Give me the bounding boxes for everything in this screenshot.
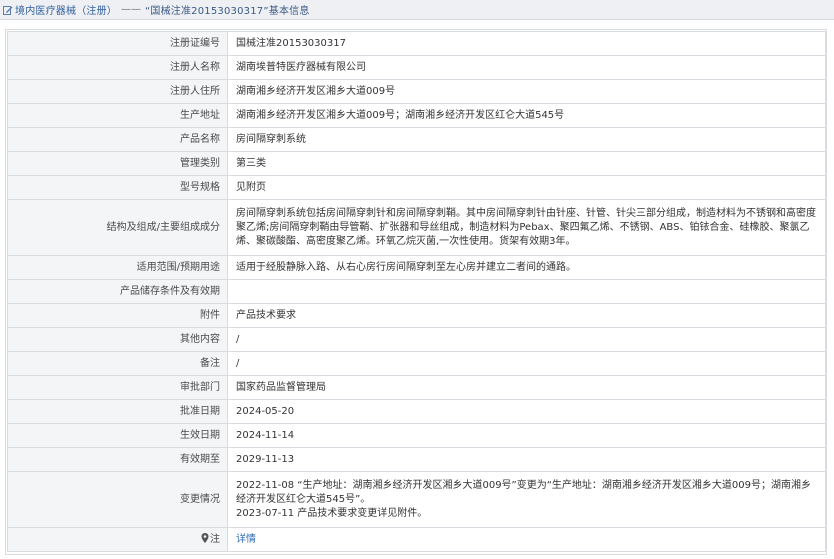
row-value: 2029-11-13 [227,447,826,472]
row-value: 湖南埃普特医疗器械有限公司 [227,55,826,80]
row-label: 备注 [7,351,228,376]
row-value: 适用于经股静脉入路、从右心房行房间隔穿刺至左心房并建立二者间的通路。 [227,255,826,280]
table-row: 生效日期 2024-11-14 [7,423,826,448]
row-value: / [227,327,826,352]
row-label: 注册人住所 [7,79,228,104]
row-label: 管理类别 [7,151,228,176]
row-label: 型号规格 [7,175,228,200]
row-value: 2024-05-20 [227,399,826,424]
row-label: 附件 [7,303,228,328]
row-value: 湖南湘乡经济开发区湘乡大道009号；湖南湘乡经济开发区红仑大道545号 [227,103,826,128]
detail-label: 注 [210,533,220,545]
row-value: 国械注准20153030317 [227,31,826,56]
table-row: 型号规格 见附页 [7,175,826,200]
detail-label-cell: 注 [7,527,228,552]
table-row: 管理类别 第三类 [7,151,826,176]
detail-link[interactable]: 详情 [236,534,256,545]
row-label: 生效日期 [7,423,228,448]
row-value: 产品技术要求 [227,303,826,328]
table-row: 有效期至 2029-11-13 [7,447,826,472]
table-row: 附件 产品技术要求 [7,303,826,328]
row-value: 国家药品监督管理局 [227,375,826,400]
row-label: 生产地址 [7,103,228,128]
table-row: 注册人住所 湖南湘乡经济开发区湘乡大道009号 [7,79,826,104]
table-row: 批准日期 2024-05-20 [7,399,826,424]
row-value: 第三类 [227,151,826,176]
breadcrumb[interactable]: 境内医疗器械（注册） [15,2,117,17]
change-entry: 2022-11-08 “生产地址：湖南湘乡经济开发区湘乡大道009号”变更为“生… [236,479,812,505]
row-value: / [227,351,826,376]
row-label: 产品储存条件及有效期 [7,279,228,304]
row-label: 产品名称 [7,127,228,152]
row-value: 见附页 [227,175,826,200]
table-row: 注册证编号 国械注准20153030317 [7,31,826,56]
table-row: 适用范围/预期用途 适用于经股静脉入路、从右心房行房间隔穿刺至左心房并建立二者间… [7,255,826,280]
edit-icon [3,5,13,15]
info-table: 注册证编号 国械注准20153030317 注册人名称 湖南埃普特医疗器械有限公… [7,31,826,552]
row-value: 湖南湘乡经济开发区湘乡大道009号 [227,79,826,104]
table-row: 产品储存条件及有效期 [7,279,826,304]
table-row-changes: 变更情况 2022-11-08 “生产地址：湖南湘乡经济开发区湘乡大道009号”… [7,471,826,528]
changes-value: 2022-11-08 “生产地址：湖南湘乡经济开发区湘乡大道009号”变更为“生… [227,471,826,528]
table-row: 产品名称 房间隔穿刺系统 [7,127,826,152]
row-label: 结构及组成/主要组成成分 [7,199,228,256]
row-value [227,279,826,304]
page-header: 境内医疗器械（注册） —— “国械注准20153030317”基本信息 [0,0,834,20]
row-value: 房间隔穿刺系统 [227,127,826,152]
row-label: 其他内容 [7,327,228,352]
table-row: 注册人名称 湖南埃普特医疗器械有限公司 [7,55,826,80]
table-row-detail: 注 详情 [7,527,826,552]
table-row: 其他内容 / [7,327,826,352]
row-label: 注册人名称 [7,55,228,80]
row-label: 注册证编号 [7,31,228,56]
page-title: “国械注准20153030317”基本信息 [145,6,310,17]
row-label: 有效期至 [7,447,228,472]
breadcrumb-separator: —— [121,4,141,15]
pin-icon [201,532,209,543]
table-row: 生产地址 湖南湘乡经济开发区湘乡大道009号；湖南湘乡经济开发区红仑大道545号 [7,103,826,128]
row-label: 审批部门 [7,375,228,400]
table-row: 结构及组成/主要组成成分 房间隔穿刺系统包括房间隔穿刺针和房间隔穿刺鞘。其中房间… [7,199,826,256]
table-row: 审批部门 国家药品监督管理局 [7,375,826,400]
detail-value: 详情 [227,527,826,552]
row-label: 适用范围/预期用途 [7,255,228,280]
row-value: 2024-11-14 [227,423,826,448]
table-row: 备注 / [7,351,826,376]
row-value: 房间隔穿刺系统包括房间隔穿刺针和房间隔穿刺鞘。其中房间隔穿刺针由针座、针管、针尖… [227,199,826,256]
row-label: 批准日期 [7,399,228,424]
changes-label: 变更情况 [7,471,228,528]
change-entry: 2023-07-11 产品技术要求变更详见附件。 [236,507,428,519]
